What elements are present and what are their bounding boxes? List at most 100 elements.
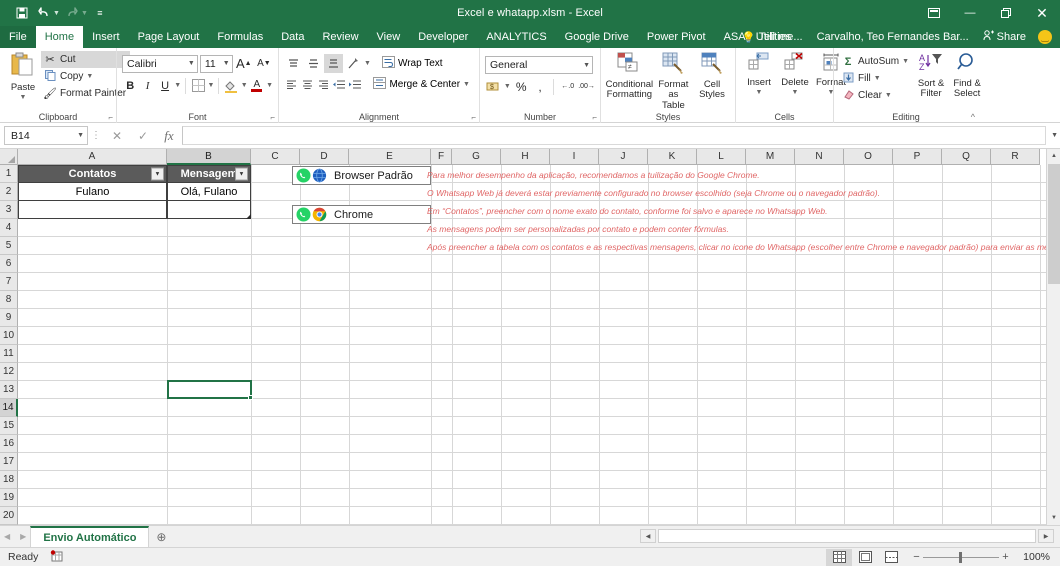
scroll-up-icon[interactable]: ▲	[1047, 149, 1060, 163]
confirm-entry-icon[interactable]: ✓	[130, 126, 156, 146]
orientation-button[interactable]	[344, 54, 363, 73]
row-header-20[interactable]: 20	[0, 507, 18, 525]
align-left-button[interactable]	[284, 75, 299, 94]
sheet-tab-envio-automatico[interactable]: Envio Automático	[30, 525, 150, 548]
font-color-dropdown-icon[interactable]: ▼	[266, 82, 273, 89]
paste-dropdown-icon[interactable]: ▼	[20, 94, 27, 101]
column-header-J[interactable]: J	[599, 149, 648, 165]
redo-icon[interactable]	[62, 3, 82, 23]
font-color-button[interactable]: A	[249, 76, 265, 95]
decrease-indent-button[interactable]	[332, 75, 347, 94]
tab-data[interactable]: Data	[272, 26, 313, 48]
column-header-H[interactable]: H	[501, 149, 550, 165]
add-sheet-icon[interactable]: ⊕	[149, 530, 173, 544]
table-header-mensagem[interactable]: Mensagem ▼	[167, 165, 251, 183]
zoom-thumb[interactable]	[959, 551, 962, 563]
name-box[interactable]: B14 ▼	[4, 126, 88, 145]
decrease-decimal-button[interactable]: .00→	[578, 77, 595, 96]
account-name[interactable]: Carvalho, Teo Fernandes Bar...	[811, 31, 975, 43]
row-header-11[interactable]: 11	[0, 345, 18, 363]
scroll-left-icon[interactable]: ◀	[640, 529, 656, 543]
column-header-I[interactable]: I	[550, 149, 599, 165]
alignment-dialog-launcher-icon[interactable]: ⌐	[471, 113, 476, 122]
align-bottom-button[interactable]	[324, 54, 343, 73]
cell-styles-button[interactable]: Cell Styles	[694, 50, 730, 108]
horizontal-scroll-thumb[interactable]	[659, 530, 1035, 542]
close-icon[interactable]: ✕	[1024, 0, 1060, 26]
ribbon-display-options-icon[interactable]	[916, 0, 952, 26]
table-resize-handle[interactable]	[246, 214, 251, 219]
fill-color-button[interactable]	[223, 76, 239, 95]
share-button[interactable]: Share	[977, 30, 1032, 44]
bold-button[interactable]: B	[122, 76, 138, 95]
cancel-entry-icon[interactable]: ✕	[104, 126, 130, 146]
tab-review[interactable]: Review	[313, 26, 367, 48]
column-header-P[interactable]: P	[893, 149, 942, 165]
table-cell-A2[interactable]: Fulano	[18, 183, 167, 201]
customize-qat-icon[interactable]: ≡	[90, 3, 110, 23]
font-dialog-launcher-icon[interactable]: ⌐	[270, 113, 275, 122]
insert-function-icon[interactable]: fx	[156, 126, 182, 146]
clipboard-dialog-launcher-icon[interactable]: ⌐	[108, 113, 113, 122]
number-format-select[interactable]: General ▼	[485, 56, 593, 74]
fill-handle[interactable]	[248, 395, 253, 400]
tab-google-drive[interactable]: Google Drive	[556, 26, 638, 48]
comma-style-button[interactable]: ,	[532, 77, 549, 96]
row-header-17[interactable]: 17	[0, 453, 18, 471]
row-header-14[interactable]: 14	[0, 399, 18, 417]
row-header-4[interactable]: 4	[0, 219, 18, 237]
column-header-O[interactable]: O	[844, 149, 893, 165]
column-header-M[interactable]: M	[746, 149, 795, 165]
undo-dropdown-icon[interactable]: ▼	[53, 10, 60, 17]
row-header-6[interactable]: 6	[0, 255, 18, 273]
zoom-out-icon[interactable]: −	[910, 551, 923, 563]
merge-center-button[interactable]: Merge & Center ▼	[369, 75, 474, 94]
horizontal-scroll-track[interactable]	[658, 529, 1036, 543]
decrease-font-size-button[interactable]: A ▼	[255, 54, 273, 73]
expand-formula-bar-icon[interactable]: ▼	[1051, 132, 1058, 139]
row-header-10[interactable]: 10	[0, 327, 18, 345]
increase-indent-button[interactable]	[348, 75, 363, 94]
page-layout-view-button[interactable]	[852, 549, 878, 566]
column-header-L[interactable]: L	[697, 149, 746, 165]
column-header-R[interactable]: R	[991, 149, 1040, 165]
tab-developer[interactable]: Developer	[409, 26, 477, 48]
row-header-13[interactable]: 13	[0, 381, 18, 399]
wrap-text-button[interactable]: Wrap Text	[378, 54, 447, 73]
restore-icon[interactable]	[988, 0, 1024, 26]
column-header-D[interactable]: D	[300, 149, 349, 165]
borders-button[interactable]	[190, 76, 206, 95]
align-middle-button[interactable]	[304, 54, 323, 73]
sort-filter-button[interactable]: AZ Sort & Filter	[913, 50, 949, 108]
align-right-button[interactable]	[316, 75, 331, 94]
minimize-icon[interactable]: —	[952, 0, 988, 26]
vertical-scrollbar[interactable]: ▲ ▼	[1046, 149, 1060, 525]
delete-cells-button[interactable]: Delete ▼	[777, 50, 813, 108]
zoom-level[interactable]: 100%	[1018, 551, 1060, 563]
tab-home[interactable]: Home	[35, 26, 84, 48]
column-header-C[interactable]: C	[251, 149, 300, 165]
row-header-15[interactable]: 15	[0, 417, 18, 435]
normal-view-button[interactable]	[826, 548, 852, 566]
tab-power-pivot[interactable]: Power Pivot	[638, 26, 715, 48]
column-header-A[interactable]: A	[18, 149, 167, 165]
macro-record-icon[interactable]	[38, 549, 63, 565]
row-header-19[interactable]: 19	[0, 489, 18, 507]
delete-dropdown-icon[interactable]: ▼	[792, 89, 799, 96]
page-break-preview-button[interactable]	[878, 549, 904, 566]
column-header-E[interactable]: E	[349, 149, 431, 165]
column-header-F[interactable]: F	[431, 149, 452, 165]
clear-button[interactable]: Clear ▼	[839, 87, 913, 104]
collapse-ribbon-icon[interactable]: ^	[971, 112, 975, 122]
font-size-select[interactable]: 11 ▼	[199, 54, 233, 73]
filter-dropdown-icon[interactable]: ▼	[151, 167, 164, 181]
table-cell-A3[interactable]	[18, 201, 167, 219]
percent-style-button[interactable]: %	[513, 77, 530, 96]
clear-dropdown-icon[interactable]: ▼	[885, 92, 892, 99]
row-header-7[interactable]: 7	[0, 273, 18, 291]
scroll-down-icon[interactable]: ▼	[1047, 511, 1060, 525]
tab-page-layout[interactable]: Page Layout	[129, 26, 209, 48]
borders-dropdown-icon[interactable]: ▼	[207, 82, 214, 89]
row-header-18[interactable]: 18	[0, 471, 18, 489]
orientation-dropdown-icon[interactable]: ▼	[364, 60, 371, 67]
